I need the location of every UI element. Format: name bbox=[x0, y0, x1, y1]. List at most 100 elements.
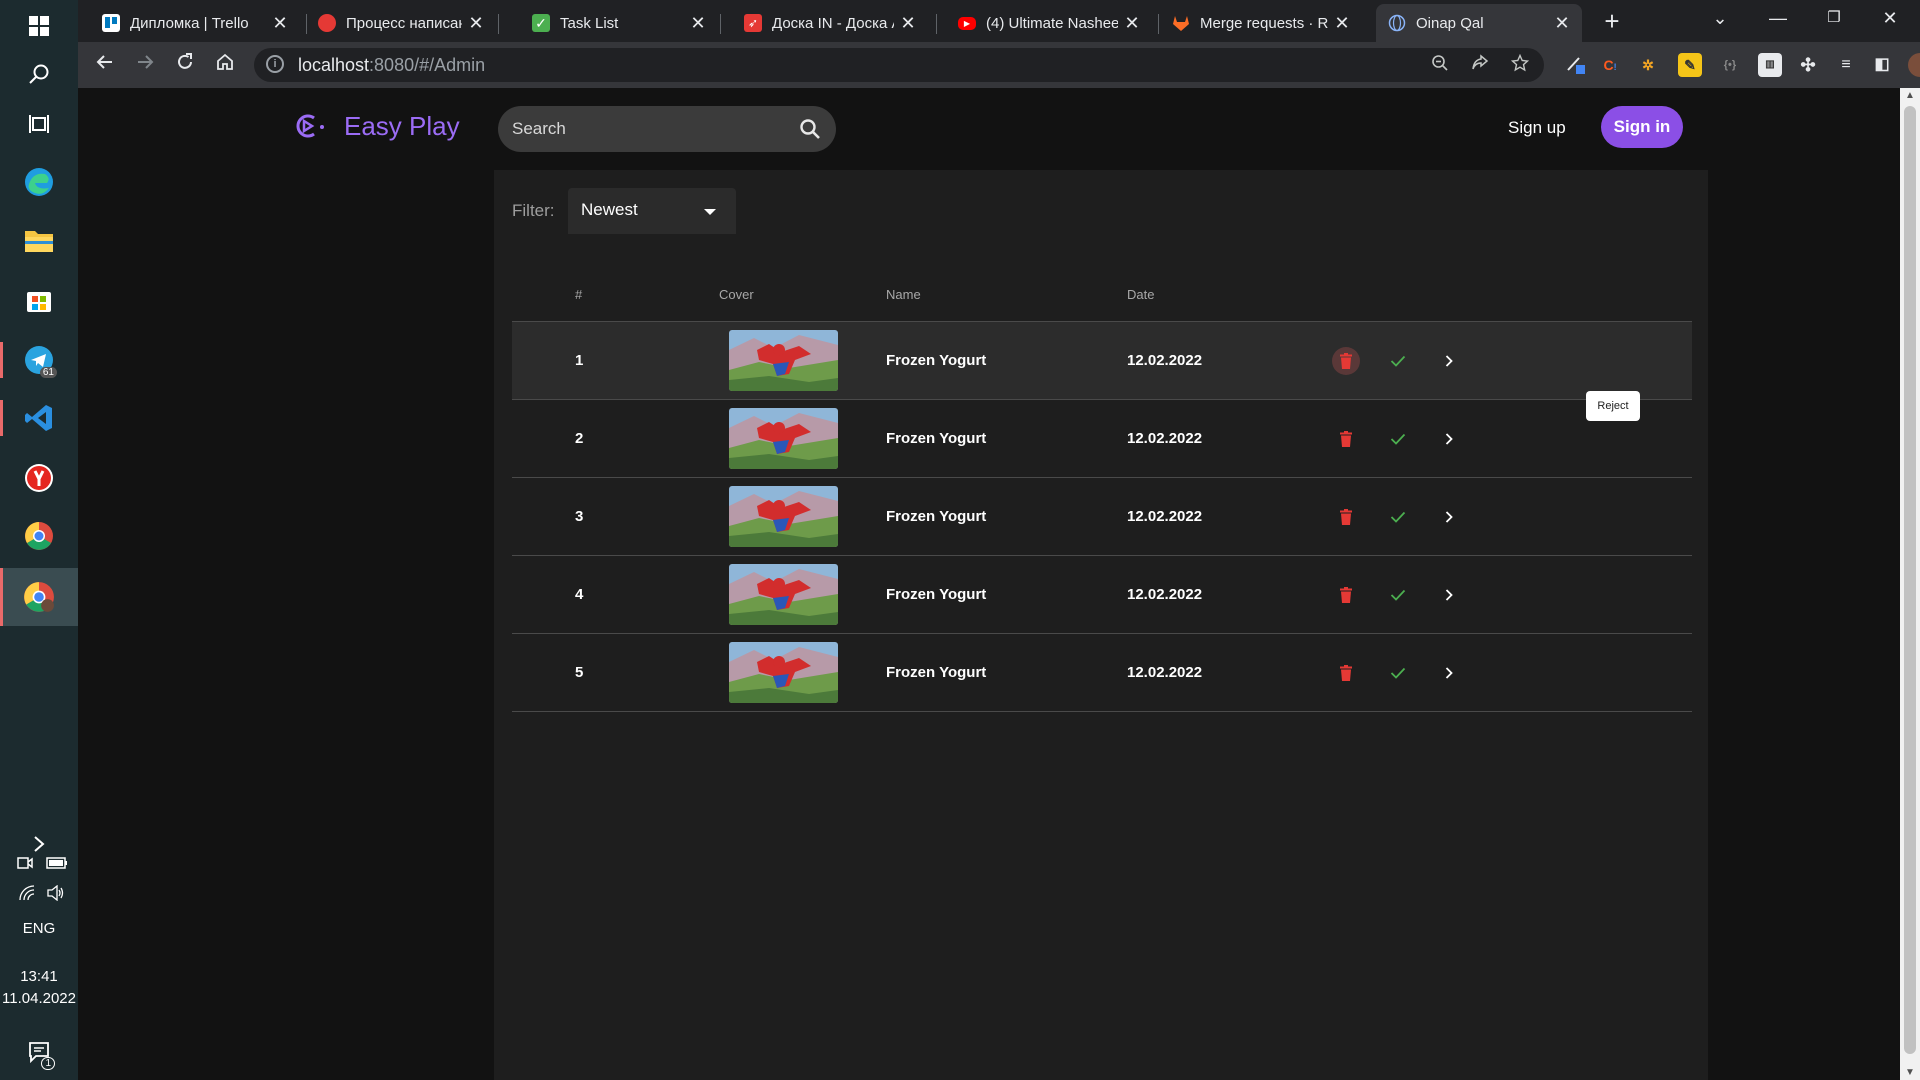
extensions-puzzle-icon[interactable]: ✣ bbox=[1796, 53, 1820, 77]
json-extension-icon[interactable]: {•} bbox=[1718, 53, 1742, 77]
approve-check-icon[interactable] bbox=[1386, 505, 1410, 529]
table-body: 1 Frozen Yogurt 12.02.2022 2 Frozen Yogu… bbox=[512, 322, 1692, 712]
filter-select[interactable]: Newest bbox=[568, 188, 736, 234]
bookmark-star-icon[interactable] bbox=[1508, 53, 1532, 78]
table-row[interactable]: 3 Frozen Yogurt 12.02.2022 bbox=[512, 478, 1692, 556]
profile-avatar[interactable] bbox=[1908, 53, 1920, 77]
microsoft-store-icon[interactable] bbox=[17, 278, 61, 322]
approve-check-icon[interactable] bbox=[1386, 427, 1410, 451]
clock-date[interactable]: 11.04.2022 bbox=[0, 990, 78, 1007]
approve-check-icon[interactable] bbox=[1386, 661, 1410, 685]
close-tab-icon[interactable]: ✕ bbox=[1554, 13, 1570, 34]
wifi-icon[interactable] bbox=[16, 882, 38, 904]
share-icon[interactable] bbox=[1468, 54, 1492, 78]
scrollbar-thumb[interactable] bbox=[1904, 106, 1916, 1054]
new-tab-icon[interactable]: + bbox=[1598, 8, 1626, 36]
search-icon[interactable] bbox=[798, 117, 822, 141]
volume-icon[interactable] bbox=[44, 882, 68, 904]
tab-oinap-qal[interactable]: Oinap Qal ✕ bbox=[1376, 4, 1582, 42]
restore-icon[interactable]: ❐ bbox=[1822, 8, 1846, 32]
tab-title: Task List bbox=[560, 14, 619, 32]
home-icon[interactable] bbox=[212, 52, 238, 78]
search-icon[interactable] bbox=[17, 52, 61, 96]
tab-divider bbox=[1158, 14, 1159, 34]
close-tab-icon[interactable]: ✕ bbox=[900, 13, 916, 34]
tab-search-icon[interactable]: ⌄ bbox=[1708, 8, 1732, 32]
approve-check-icon[interactable] bbox=[1386, 583, 1410, 607]
table-row[interactable]: 1 Frozen Yogurt 12.02.2022 bbox=[512, 322, 1692, 400]
vscode-icon[interactable] bbox=[0, 396, 61, 440]
close-tab-icon[interactable]: ✕ bbox=[690, 13, 706, 34]
tab-process[interactable]: Процесс написания ✕ bbox=[306, 4, 496, 42]
close-tab-icon[interactable]: ✕ bbox=[1334, 13, 1350, 34]
close-tab-icon[interactable]: ✕ bbox=[272, 13, 288, 34]
reject-trash-icon[interactable] bbox=[1334, 427, 1358, 451]
media-controls-icon[interactable]: ≡ bbox=[1834, 53, 1858, 77]
yandex-browser-icon[interactable] bbox=[17, 456, 61, 500]
address-bar[interactable]: i localhost:8080/#/Admin bbox=[254, 48, 1544, 82]
search-box[interactable] bbox=[498, 106, 836, 152]
telegram-icon[interactable]: 61 bbox=[0, 338, 61, 382]
reload-icon[interactable] bbox=[172, 52, 198, 78]
chrome-icon[interactable] bbox=[17, 514, 61, 558]
reject-trash-icon[interactable] bbox=[1334, 505, 1358, 529]
open-chevron-icon[interactable] bbox=[1437, 349, 1461, 373]
open-chevron-icon[interactable] bbox=[1437, 583, 1461, 607]
site-info-icon[interactable]: i bbox=[266, 55, 284, 73]
url-text[interactable]: localhost:8080/#/Admin bbox=[298, 55, 485, 76]
open-chevron-icon[interactable] bbox=[1437, 661, 1461, 685]
tab-trello[interactable]: Дипломка | Trello ✕ bbox=[90, 4, 300, 42]
search-input[interactable] bbox=[512, 118, 782, 140]
notifications-icon[interactable]: 1 bbox=[17, 1030, 61, 1074]
page-scrollbar[interactable]: ▲ ▼ bbox=[1900, 88, 1920, 1080]
bars-extension-icon[interactable]: ▥ bbox=[1758, 53, 1782, 77]
sign-in-button[interactable]: Sign in bbox=[1601, 106, 1683, 148]
pen-extension-icon[interactable] bbox=[1564, 53, 1588, 77]
tab-task-list[interactable]: ✓ Task List ✕ bbox=[520, 4, 718, 42]
tab-gitlab[interactable]: Merge requests · Ro ✕ bbox=[1160, 4, 1362, 42]
tab-board[interactable]: ➶ Доска IN - Доска Au ✕ bbox=[732, 4, 928, 42]
tab-title: Merge requests · Ro bbox=[1200, 14, 1328, 32]
table-row[interactable]: 2 Frozen Yogurt 12.02.2022 bbox=[512, 400, 1692, 478]
forward-icon[interactable] bbox=[132, 52, 158, 78]
close-tab-icon[interactable]: ✕ bbox=[1124, 13, 1140, 34]
column-header-date: Date bbox=[1127, 287, 1155, 302]
row-date: 12.02.2022 bbox=[1127, 508, 1203, 525]
cover-image bbox=[729, 486, 838, 547]
side-panel-icon[interactable]: ◧ bbox=[1870, 53, 1894, 77]
reject-trash-icon[interactable] bbox=[1334, 583, 1358, 607]
task-view-icon[interactable] bbox=[17, 102, 61, 146]
minimize-icon[interactable]: — bbox=[1766, 8, 1790, 32]
bug-extension-icon[interactable]: ✲ bbox=[1636, 53, 1660, 77]
windows-taskbar: 61 ENG 13:41 11.04.2022 1 bbox=[0, 0, 78, 1080]
clock-time[interactable]: 13:41 bbox=[0, 968, 78, 985]
approve-check-icon[interactable] bbox=[1386, 349, 1410, 373]
table-row[interactable]: 4 Frozen Yogurt 12.02.2022 bbox=[512, 556, 1692, 634]
chrome-profile-icon[interactable] bbox=[0, 568, 78, 626]
checkmark-icon: ✓ bbox=[532, 14, 550, 32]
meet-now-icon[interactable] bbox=[14, 852, 36, 874]
row-date: 12.02.2022 bbox=[1127, 664, 1203, 681]
tab-divider bbox=[498, 14, 499, 34]
zoom-icon[interactable] bbox=[1428, 54, 1452, 78]
reject-trash-icon[interactable] bbox=[1334, 661, 1358, 685]
tab-youtube[interactable]: ▶ (4) Ultimate Nasheed ✕ bbox=[946, 4, 1152, 42]
language-indicator[interactable]: ENG bbox=[0, 920, 78, 937]
table-row[interactable]: 5 Frozen Yogurt 12.02.2022 bbox=[512, 634, 1692, 712]
back-icon[interactable] bbox=[92, 52, 118, 78]
windows-start-icon[interactable] bbox=[17, 4, 61, 48]
sign-up-button[interactable]: Sign up bbox=[1508, 118, 1566, 138]
file-explorer-icon[interactable] bbox=[17, 218, 61, 262]
reject-trash-icon[interactable] bbox=[1332, 347, 1360, 375]
brand-logo[interactable]: Easy Play bbox=[292, 110, 460, 142]
c-extension-icon[interactable]: C! bbox=[1598, 53, 1622, 77]
open-chevron-icon[interactable] bbox=[1437, 427, 1461, 451]
scroll-up-arrow-icon[interactable]: ▲ bbox=[1900, 90, 1920, 101]
scroll-down-arrow-icon[interactable]: ▼ bbox=[1900, 1067, 1920, 1078]
battery-icon[interactable] bbox=[44, 852, 70, 874]
close-window-icon[interactable]: ✕ bbox=[1878, 8, 1902, 32]
open-chevron-icon[interactable] bbox=[1437, 505, 1461, 529]
close-tab-icon[interactable]: ✕ bbox=[468, 13, 484, 34]
edge-browser-icon[interactable] bbox=[17, 160, 61, 204]
notes-extension-icon[interactable]: ✎ bbox=[1678, 53, 1702, 77]
